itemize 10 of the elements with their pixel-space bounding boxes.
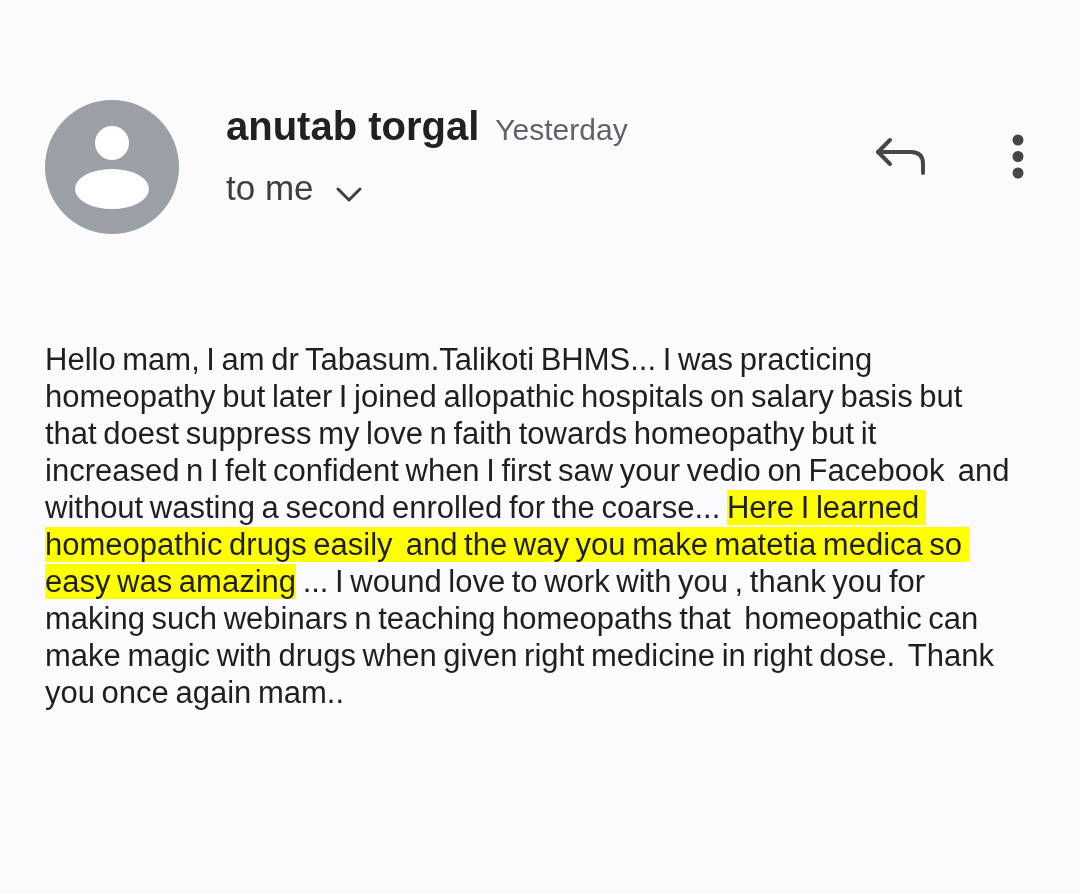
reply-icon (875, 137, 926, 176)
more-vertical-icon (1012, 134, 1024, 179)
reply-button[interactable] (875, 137, 926, 176)
recipient-label[interactable]: to me (226, 168, 314, 208)
email-body: Hello mam, I am dr Tabasum.Talikoti BHMS... I was practicing homeopathy but later I joined allopathic hospitals on salary basis but that doest suppress my love n faith towards homeopathy but it increased n I felt confident when I first saw your vedio on Facebook and without wasting a second enrolled for the coarse... Here I learned homeopathic drugs easily and the way you make matetia medica so easy was amazing ... I wound love to work with you , thank you for making such webinars n teaching homeopaths that homeopathic can make magic with drugs when given right medicine in right dose. Thank you once again mam.. (45, 341, 1011, 711)
sender-name: anutab torgal (226, 103, 480, 150)
sent-time: Yesterday (495, 112, 628, 148)
more-options-button[interactable] (1012, 134, 1024, 179)
avatar-icon (45, 100, 179, 234)
chevron-down-icon[interactable] (335, 187, 362, 203)
